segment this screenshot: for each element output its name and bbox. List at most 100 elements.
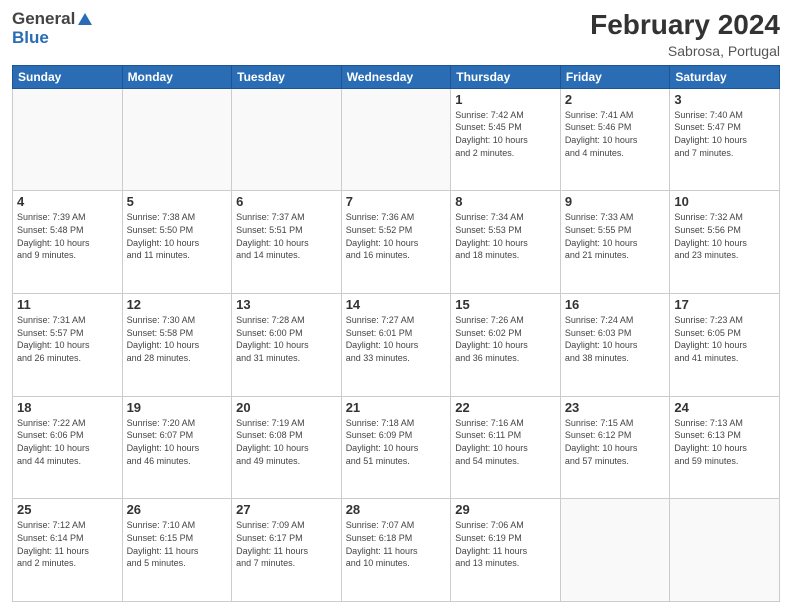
day-number: 1	[455, 92, 556, 107]
calendar-cell: 29 Sunrise: 7:06 AM Sunset: 6:19 PM Dayli…	[451, 499, 561, 602]
header-saturday: Saturday	[670, 65, 780, 88]
calendar-cell	[341, 88, 451, 191]
page-container: General Blue February 2024 Sabrosa, Port…	[0, 0, 792, 612]
day-number: 13	[236, 297, 337, 312]
day-number: 10	[674, 194, 775, 209]
title-area: February 2024 Sabrosa, Portugal	[590, 10, 780, 59]
calendar-cell: 19 Sunrise: 7:20 AM Sunset: 6:07 PM Dayli…	[122, 396, 232, 499]
header-sunday: Sunday	[13, 65, 123, 88]
day-info: Sunrise: 7:16 AM Sunset: 6:11 PM Dayligh…	[455, 417, 556, 467]
day-info: Sunrise: 7:27 AM Sunset: 6:01 PM Dayligh…	[346, 314, 447, 364]
calendar-cell: 11 Sunrise: 7:31 AM Sunset: 5:57 PM Dayli…	[13, 294, 123, 397]
calendar-cell: 2Sunrise: 7:41 AM Sunset: 5:46 PM Daylig…	[560, 88, 670, 191]
calendar-cell: 8Sunrise: 7:34 AM Sunset: 5:53 PM Daylig…	[451, 191, 561, 294]
calendar-cell: 15 Sunrise: 7:26 AM Sunset: 6:02 PM Dayli…	[451, 294, 561, 397]
header-thursday: Thursday	[451, 65, 561, 88]
logo-general-text: General	[12, 10, 75, 29]
day-number: 16	[565, 297, 666, 312]
calendar-table: Sunday Monday Tuesday Wednesday Thursday…	[12, 65, 780, 602]
calendar-cell: 23Sunrise: 7:15 AM Sunset: 6:12 PM Dayli…	[560, 396, 670, 499]
day-info: Sunrise: 7:09 AM Sunset: 6:17 PM Dayligh…	[236, 519, 337, 569]
day-info: Sunrise: 7:42 AM Sunset: 5:45 PM Dayligh…	[455, 109, 556, 159]
day-info: Sunrise: 7:37 AM Sunset: 5:51 PM Dayligh…	[236, 211, 337, 261]
day-info: Sunrise: 7:39 AM Sunset: 5:48 PM Dayligh…	[17, 211, 118, 261]
day-number: 25	[17, 502, 118, 517]
day-info: Sunrise: 7:40 AM Sunset: 5:47 PM Dayligh…	[674, 109, 775, 159]
day-info: Sunrise: 7:20 AM Sunset: 6:07 PM Dayligh…	[127, 417, 228, 467]
day-number: 17	[674, 297, 775, 312]
day-number: 11	[17, 297, 118, 312]
day-info: Sunrise: 7:23 AM Sunset: 6:05 PM Dayligh…	[674, 314, 775, 364]
day-info: Sunrise: 7:26 AM Sunset: 6:02 PM Dayligh…	[455, 314, 556, 364]
calendar-cell: 14 Sunrise: 7:27 AM Sunset: 6:01 PM Dayli…	[341, 294, 451, 397]
day-info: Sunrise: 7:31 AM Sunset: 5:57 PM Dayligh…	[17, 314, 118, 364]
calendar-cell: 18Sunrise: 7:22 AM Sunset: 6:06 PM Dayli…	[13, 396, 123, 499]
day-number: 6	[236, 194, 337, 209]
day-info: Sunrise: 7:32 AM Sunset: 5:56 PM Dayligh…	[674, 211, 775, 261]
calendar-cell: 3Sunrise: 7:40 AM Sunset: 5:47 PM Daylig…	[670, 88, 780, 191]
day-info: Sunrise: 7:06 AM Sunset: 6:19 PM Dayligh…	[455, 519, 556, 569]
calendar-cell: 13 Sunrise: 7:28 AM Sunset: 6:00 PM Dayli…	[232, 294, 342, 397]
calendar-cell: 9 Sunrise: 7:33 AM Sunset: 5:55 PM Daylig…	[560, 191, 670, 294]
day-info: Sunrise: 7:38 AM Sunset: 5:50 PM Dayligh…	[127, 211, 228, 261]
day-info: Sunrise: 7:41 AM Sunset: 5:46 PM Dayligh…	[565, 109, 666, 159]
calendar-cell: 21 Sunrise: 7:18 AM Sunset: 6:09 PM Dayli…	[341, 396, 451, 499]
day-info: Sunrise: 7:19 AM Sunset: 6:08 PM Dayligh…	[236, 417, 337, 467]
day-number: 8	[455, 194, 556, 209]
day-number: 5	[127, 194, 228, 209]
day-info: Sunrise: 7:33 AM Sunset: 5:55 PM Dayligh…	[565, 211, 666, 261]
day-info: Sunrise: 7:36 AM Sunset: 5:52 PM Dayligh…	[346, 211, 447, 261]
calendar-cell: 27 Sunrise: 7:09 AM Sunset: 6:17 PM Dayli…	[232, 499, 342, 602]
day-number: 4	[17, 194, 118, 209]
calendar-cell: 5 Sunrise: 7:38 AM Sunset: 5:50 PM Daylig…	[122, 191, 232, 294]
day-number: 21	[346, 400, 447, 415]
day-number: 22	[455, 400, 556, 415]
day-number: 9	[565, 194, 666, 209]
day-number: 20	[236, 400, 337, 415]
calendar-title: February 2024	[590, 10, 780, 41]
calendar-subtitle: Sabrosa, Portugal	[590, 43, 780, 59]
week-row-1: 1 Sunrise: 7:42 AM Sunset: 5:45 PM Daylig…	[13, 88, 780, 191]
day-info: Sunrise: 7:12 AM Sunset: 6:14 PM Dayligh…	[17, 519, 118, 569]
calendar-cell	[560, 499, 670, 602]
day-number: 7	[346, 194, 447, 209]
day-number: 28	[346, 502, 447, 517]
day-number: 14	[346, 297, 447, 312]
calendar-cell: 10 Sunrise: 7:32 AM Sunset: 5:56 PM Dayli…	[670, 191, 780, 294]
day-info: Sunrise: 7:10 AM Sunset: 6:15 PM Dayligh…	[127, 519, 228, 569]
calendar-cell: 4 Sunrise: 7:39 AM Sunset: 5:48 PM Daylig…	[13, 191, 123, 294]
day-number: 12	[127, 297, 228, 312]
day-number: 18	[17, 400, 118, 415]
header-friday: Friday	[560, 65, 670, 88]
calendar-cell	[670, 499, 780, 602]
day-number: 27	[236, 502, 337, 517]
logo: General Blue	[12, 10, 92, 47]
day-number: 19	[127, 400, 228, 415]
day-info: Sunrise: 7:24 AM Sunset: 6:03 PM Dayligh…	[565, 314, 666, 364]
day-number: 24	[674, 400, 775, 415]
day-number: 15	[455, 297, 556, 312]
day-info: Sunrise: 7:18 AM Sunset: 6:09 PM Dayligh…	[346, 417, 447, 467]
calendar-cell: 6 Sunrise: 7:37 AM Sunset: 5:51 PM Daylig…	[232, 191, 342, 294]
calendar-cell	[232, 88, 342, 191]
week-row-4: 18Sunrise: 7:22 AM Sunset: 6:06 PM Dayli…	[13, 396, 780, 499]
week-row-3: 11 Sunrise: 7:31 AM Sunset: 5:57 PM Dayli…	[13, 294, 780, 397]
calendar-cell: 7 Sunrise: 7:36 AM Sunset: 5:52 PM Daylig…	[341, 191, 451, 294]
calendar-cell: 22 Sunrise: 7:16 AM Sunset: 6:11 PM Dayli…	[451, 396, 561, 499]
calendar-cell: 17 Sunrise: 7:23 AM Sunset: 6:05 PM Dayli…	[670, 294, 780, 397]
header-tuesday: Tuesday	[232, 65, 342, 88]
calendar-cell	[122, 88, 232, 191]
calendar-cell: 20 Sunrise: 7:19 AM Sunset: 6:08 PM Dayli…	[232, 396, 342, 499]
day-info: Sunrise: 7:30 AM Sunset: 5:58 PM Dayligh…	[127, 314, 228, 364]
week-row-2: 4 Sunrise: 7:39 AM Sunset: 5:48 PM Daylig…	[13, 191, 780, 294]
weekday-header-row: Sunday Monday Tuesday Wednesday Thursday…	[13, 65, 780, 88]
calendar-cell: 25 Sunrise: 7:12 AM Sunset: 6:14 PM Dayli…	[13, 499, 123, 602]
day-info: Sunrise: 7:28 AM Sunset: 6:00 PM Dayligh…	[236, 314, 337, 364]
header-wednesday: Wednesday	[341, 65, 451, 88]
day-info: Sunrise: 7:13 AM Sunset: 6:13 PM Dayligh…	[674, 417, 775, 467]
logo-triangle-icon	[78, 13, 92, 25]
calendar-cell: 26Sunrise: 7:10 AM Sunset: 6:15 PM Dayli…	[122, 499, 232, 602]
day-number: 29	[455, 502, 556, 517]
day-number: 23	[565, 400, 666, 415]
logo-blue-text: Blue	[12, 28, 49, 47]
